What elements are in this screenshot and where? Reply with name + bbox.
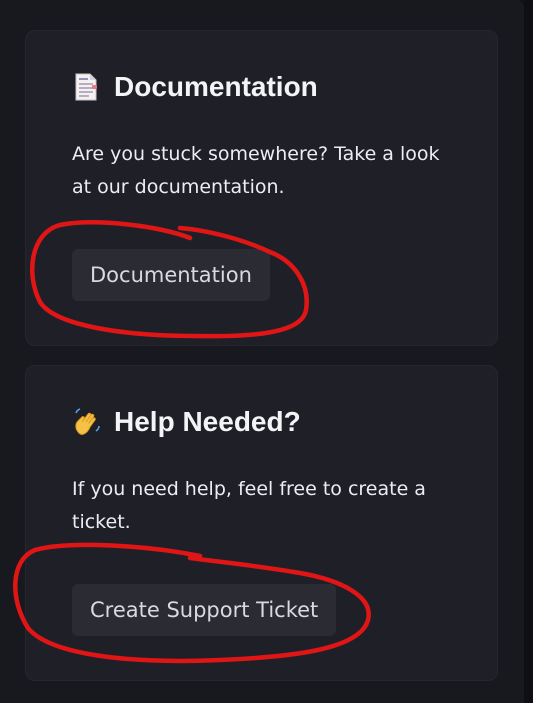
documentation-card-title: Documentation [72, 71, 318, 103]
help-title-text: Help Needed? [114, 406, 301, 437]
help-card-title: Help Needed? [72, 406, 301, 438]
waving-hand-icon [72, 407, 100, 437]
support-panel: Documentation Are you stuck somewhere? T… [0, 0, 524, 703]
help-needed-card: Help Needed? If you need help, feel free… [25, 365, 498, 681]
documentation-card-description: Are you stuck somewhere? Take a look at … [72, 143, 440, 198]
documentation-title-text: Documentation [114, 71, 318, 102]
create-support-ticket-button[interactable]: Create Support Ticket [72, 584, 337, 636]
documentation-button[interactable]: Documentation [72, 249, 270, 301]
page-facing-up-icon [72, 72, 100, 102]
documentation-card: Documentation Are you stuck somewhere? T… [25, 30, 498, 346]
help-card-description: If you need help, feel free to create a … [72, 478, 426, 533]
window-edge [524, 0, 533, 703]
